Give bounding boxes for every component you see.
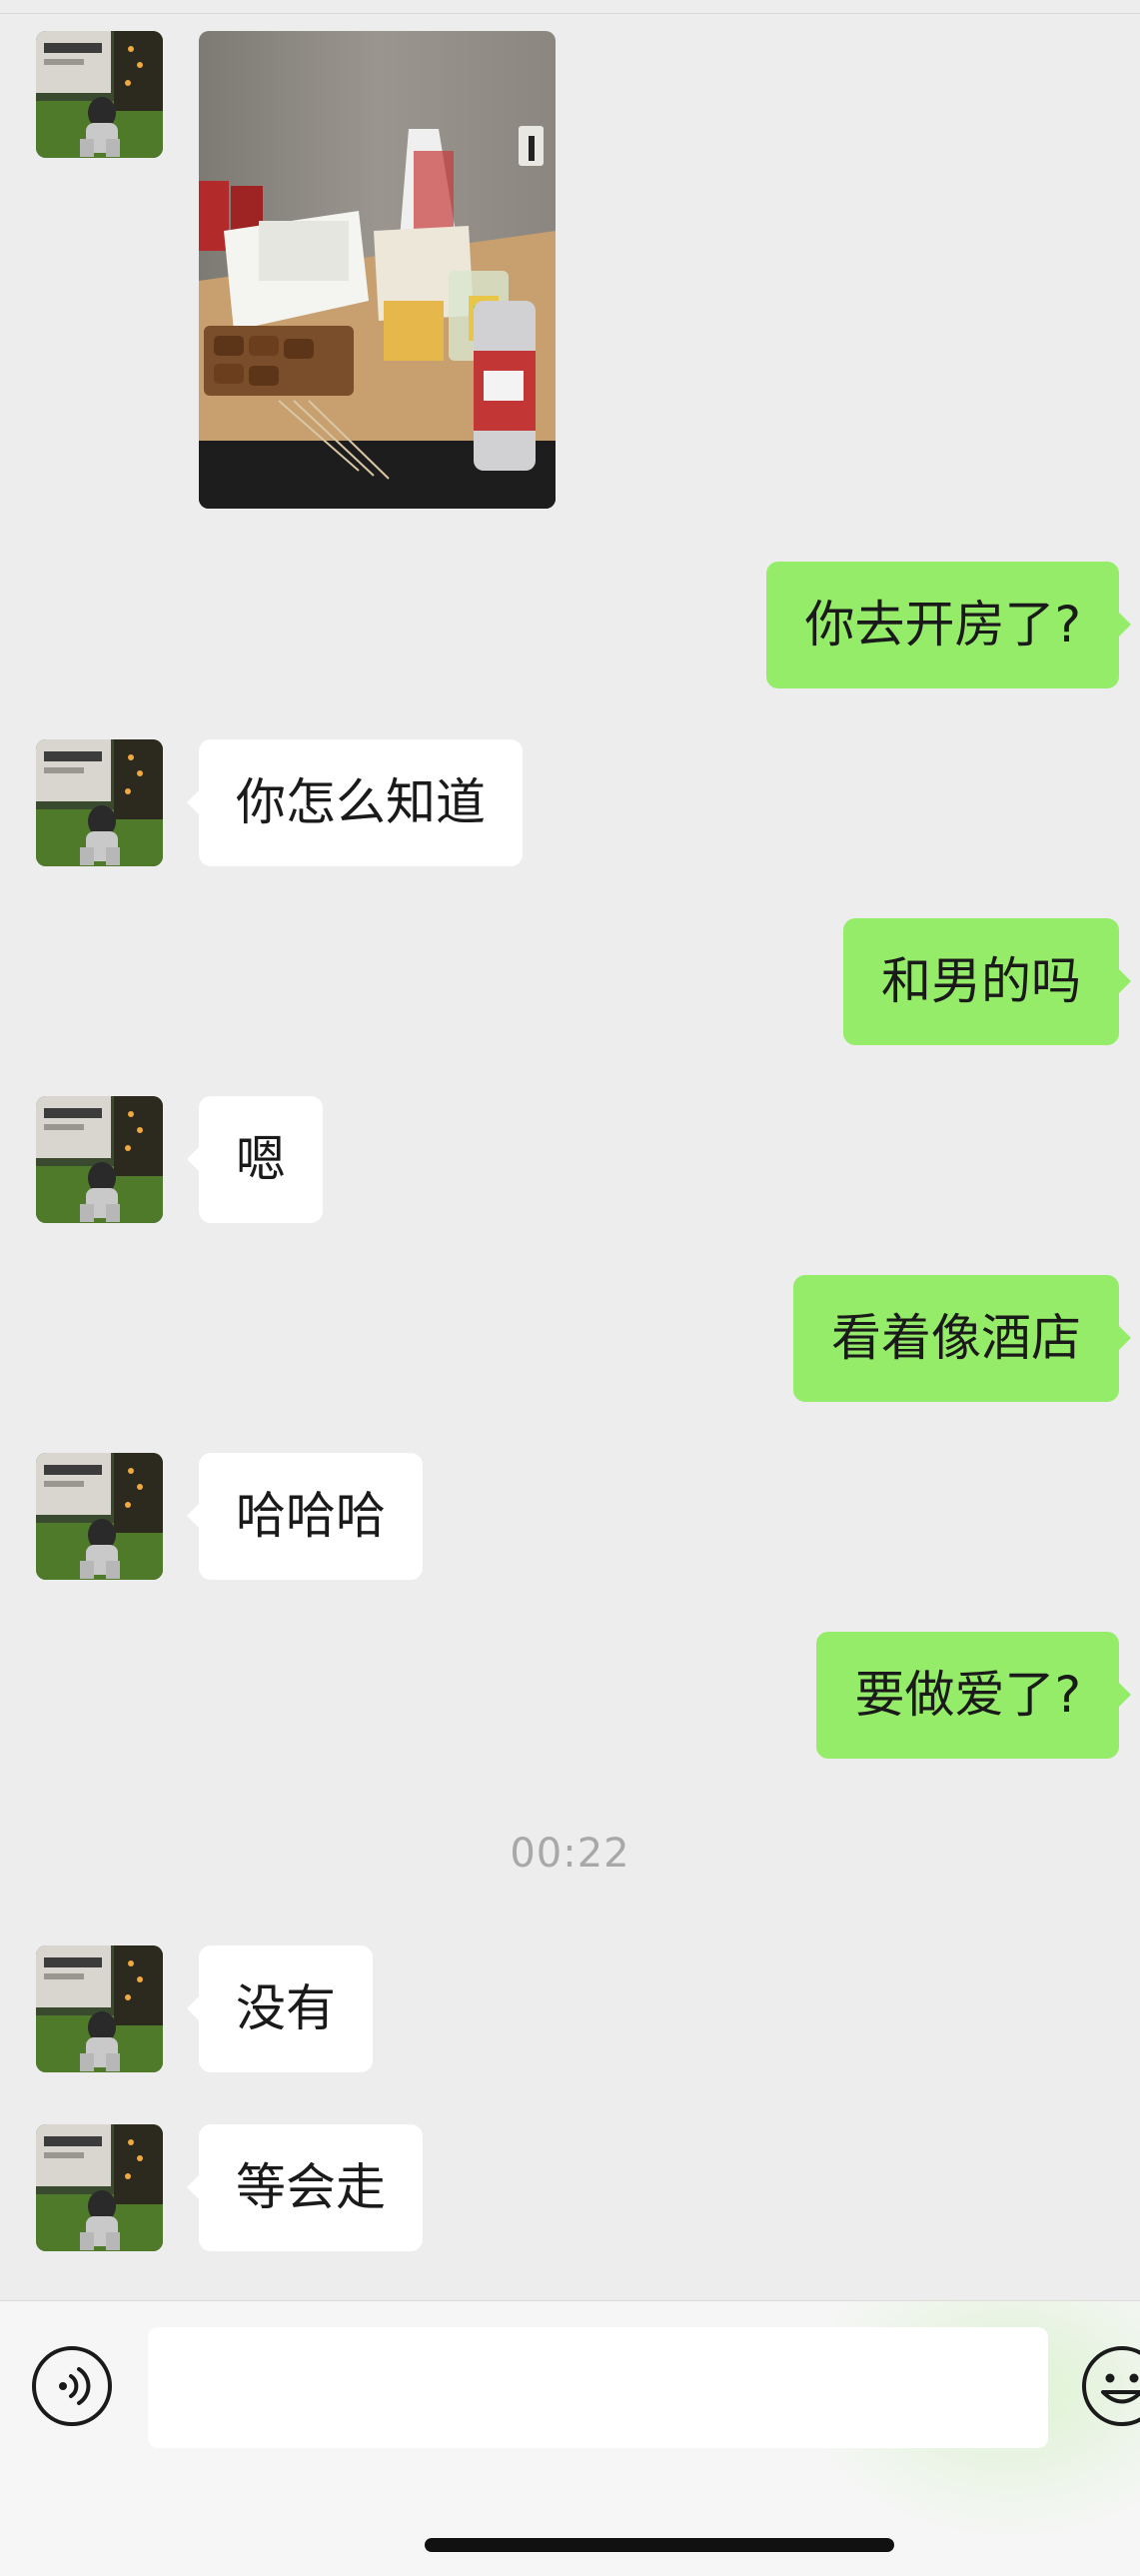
outgoing-message[interactable]: 和男的吗 [843,918,1131,1045]
incoming-message[interactable]: 你怎么知道 [187,739,523,866]
contact-avatar[interactable] [36,739,163,866]
top-divider [0,13,1140,14]
shared-photo[interactable] [199,31,556,509]
outgoing-message[interactable]: 看着像酒店 [793,1275,1131,1402]
outgoing-message[interactable]: 你去开房了? [766,562,1131,688]
home-indicator[interactable] [425,2538,894,2552]
input-bar [0,2300,1140,2576]
contact-avatar[interactable] [36,1945,163,2072]
message-input[interactable] [148,2327,1048,2448]
outgoing-message[interactable]: 要做爱了? [816,1632,1131,1759]
contact-avatar[interactable] [36,31,163,158]
contact-avatar[interactable] [36,1453,163,1580]
message-timestamp: 00:22 [510,1831,630,1877]
voice-icon[interactable] [31,2345,113,2427]
incoming-message[interactable]: 哈哈哈 [187,1453,423,1580]
incoming-message[interactable]: 等会走 [187,2124,423,2251]
contact-avatar[interactable] [36,1096,163,1223]
emoji-icon[interactable] [1081,2345,1140,2427]
contact-avatar[interactable] [36,2124,163,2251]
incoming-message[interactable]: 嗯 [187,1096,323,1223]
incoming-message[interactable]: 没有 [187,1945,373,2072]
